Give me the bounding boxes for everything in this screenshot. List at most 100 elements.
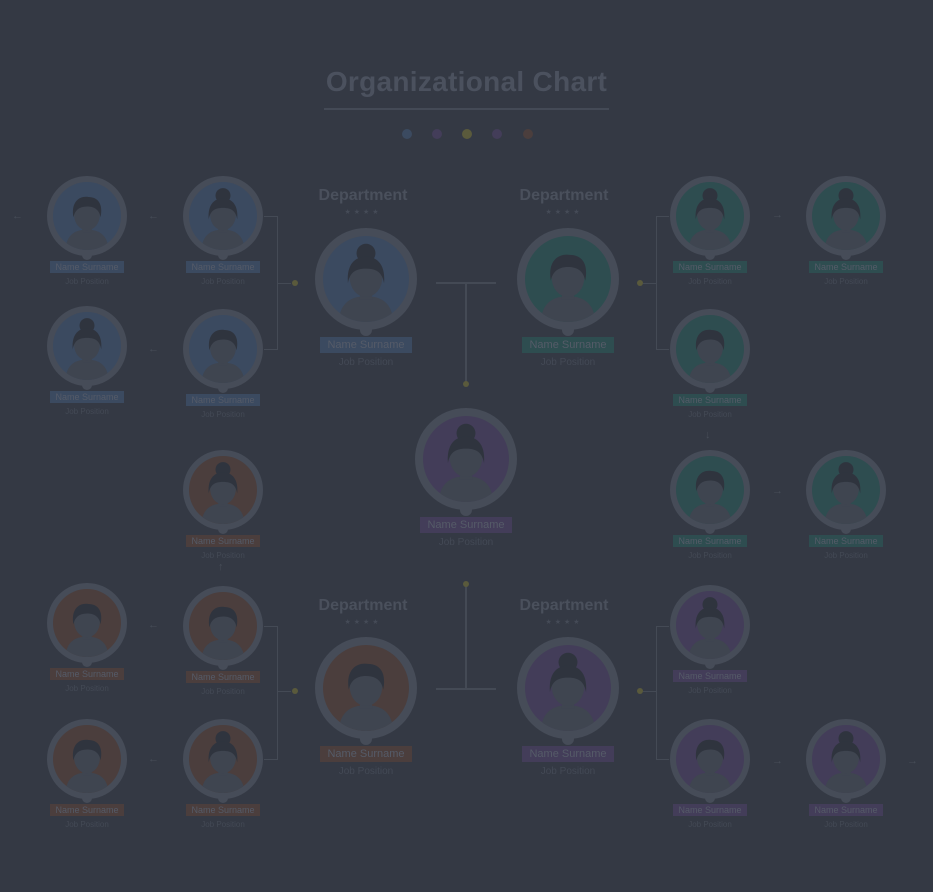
connector-node (637, 280, 643, 286)
department-heading: Department (318, 597, 408, 614)
name-label: Name Surname (673, 394, 747, 406)
avatar-silhouette (824, 462, 868, 524)
person-card[interactable]: Name Surname Job Position (806, 176, 886, 316)
avatar (676, 315, 744, 383)
arrow-icon: → (772, 755, 783, 767)
department-heading: Department (519, 597, 609, 614)
job-position: Job Position (201, 687, 245, 696)
job-position: Job Position (65, 684, 109, 693)
job-position: Job Position (688, 277, 732, 286)
org-chart-canvas: Organizational Chart Department ★★★★ Depar… (0, 0, 933, 892)
avatar (676, 591, 744, 659)
avatar-tab (562, 736, 574, 745)
name-label: Name Surname (809, 804, 883, 816)
avatar-tab (82, 253, 92, 260)
legend-dot-blue (402, 129, 412, 139)
department-head-card[interactable]: Name Surname Job Position (415, 408, 517, 570)
job-position: Job Position (65, 407, 109, 416)
avatar (812, 725, 880, 793)
legend-dot-purple (432, 129, 442, 139)
title-underline (324, 108, 609, 110)
job-position: Job Position (824, 820, 868, 829)
person-card[interactable]: Name Surname Job Position (47, 306, 127, 446)
department-head-card[interactable]: Name Surname Job Position (517, 637, 619, 799)
avatar-silhouette (540, 254, 596, 322)
name-label: Name Surname (186, 394, 260, 406)
legend-dot-orange (523, 129, 533, 139)
avatar-silhouette (338, 243, 394, 322)
department-heading: Department (519, 187, 609, 204)
person-card[interactable]: Name Surname Job Position (47, 176, 127, 316)
avatar-silhouette (65, 739, 109, 793)
person-card[interactable]: Name Surname Job Position (183, 719, 263, 859)
avatar-silhouette (201, 188, 245, 250)
avatar (189, 182, 257, 250)
job-position: Job Position (438, 537, 494, 548)
avatar-tab (841, 253, 851, 260)
person-card[interactable]: Name Surname Job Position (806, 719, 886, 859)
arrow-icon: → (772, 209, 783, 221)
connector-line (264, 759, 278, 760)
department-stars: ★★★★ (344, 619, 382, 626)
arrow-icon: ← (148, 343, 159, 355)
arrow-icon: ← (12, 210, 23, 222)
avatar-tab (705, 253, 715, 260)
department-head-card[interactable]: Name Surname Job Position (517, 228, 619, 390)
avatar (323, 645, 409, 731)
avatar-silhouette (824, 731, 868, 793)
connector-line (465, 586, 467, 688)
person-card[interactable]: Name Surname Job Position (806, 450, 886, 590)
avatar (525, 645, 611, 731)
avatar (423, 416, 509, 502)
department-head-card[interactable]: Name Surname Job Position (315, 228, 417, 390)
person-card[interactable]: Name Surname Job Position (670, 309, 750, 449)
person-card[interactable]: Name Surname Job Position (183, 450, 263, 590)
connector-line (264, 216, 278, 217)
job-position: Job Position (201, 820, 245, 829)
avatar-tab (460, 507, 472, 516)
person-card[interactable]: Name Surname Job Position (183, 309, 263, 449)
person-card[interactable]: Name Surname Job Position (670, 176, 750, 316)
avatar-silhouette (688, 597, 732, 659)
name-label: Name Surname (673, 804, 747, 816)
person-card[interactable]: Name Surname Job Position (183, 176, 263, 316)
avatar-tab (841, 796, 851, 803)
person-card[interactable]: Name Surname Job Position (670, 450, 750, 590)
avatar-silhouette (201, 462, 245, 524)
arrow-icon: ← (148, 210, 159, 222)
job-position: Job Position (688, 551, 732, 560)
department-stars: ★★★★ (545, 619, 583, 626)
connector-node (637, 688, 643, 694)
connector-line (264, 349, 278, 350)
avatar-tab (360, 736, 372, 745)
job-position: Job Position (824, 551, 868, 560)
connector-node (292, 280, 298, 286)
department-head-card[interactable]: Name Surname Job Position (315, 637, 417, 799)
job-position: Job Position (824, 277, 868, 286)
avatar (189, 725, 257, 793)
name-label: Name Surname (673, 535, 747, 547)
job-position: Job Position (201, 277, 245, 286)
person-card[interactable]: Name Surname Job Position (47, 719, 127, 859)
person-card[interactable]: Name Surname Job Position (670, 585, 750, 725)
connector-line (656, 759, 669, 760)
person-card[interactable]: Name Surname Job Position (183, 586, 263, 726)
department-stars: ★★★★ (545, 209, 583, 216)
name-label: Name Surname (320, 746, 412, 762)
name-label: Name Surname (186, 535, 260, 547)
job-position: Job Position (201, 551, 245, 560)
name-label: Name Surname (50, 804, 124, 816)
connector-node (292, 688, 298, 694)
avatar-tab (82, 383, 92, 390)
avatar-tab (82, 796, 92, 803)
avatar-tab (705, 527, 715, 534)
connector-line (656, 216, 669, 217)
connector-node (463, 381, 469, 387)
avatar-silhouette (688, 739, 732, 793)
avatar (53, 312, 121, 380)
avatar-silhouette (65, 318, 109, 380)
person-card[interactable]: Name Surname Job Position (670, 719, 750, 859)
connector-line (656, 349, 669, 350)
person-card[interactable]: Name Surname Job Position (47, 583, 127, 723)
avatar (812, 456, 880, 524)
